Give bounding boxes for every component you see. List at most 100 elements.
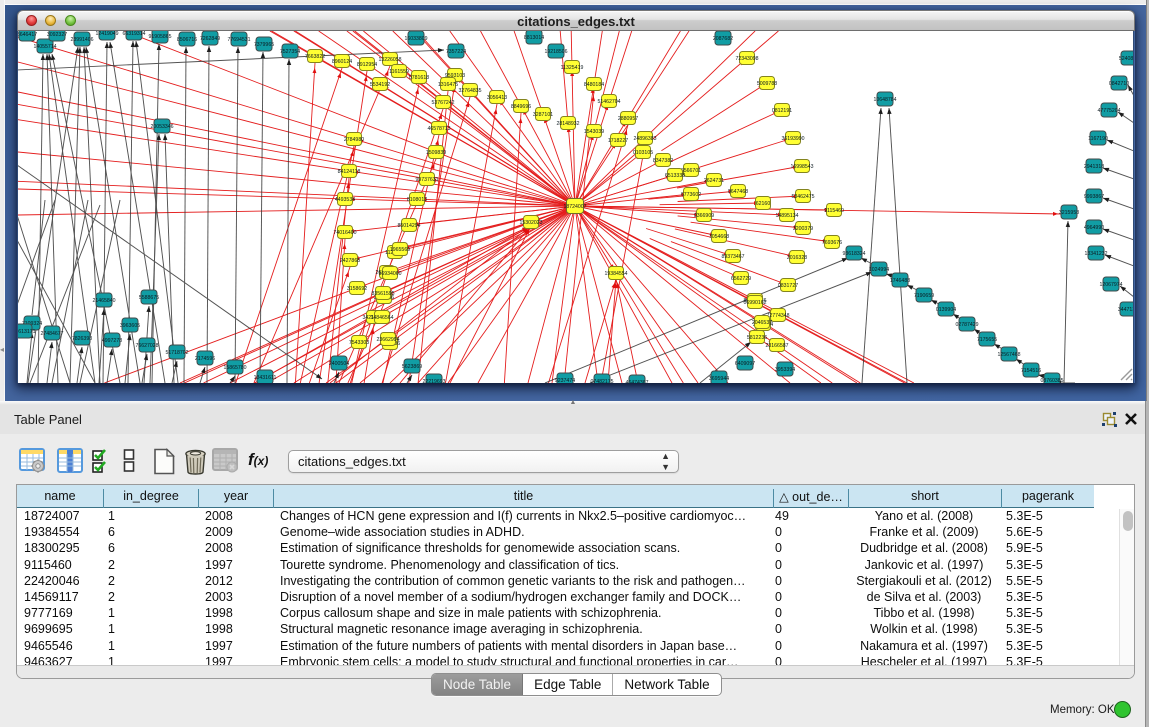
svg-text:28148932: 28148932 (556, 121, 579, 127)
svg-text:2941318: 2941318 (1084, 164, 1104, 170)
svg-text:7527354: 7527354 (280, 49, 300, 55)
svg-text:07482175: 07482175 (590, 379, 613, 383)
svg-text:76627028: 76627028 (135, 343, 158, 349)
svg-text:5646417: 5646417 (18, 32, 37, 38)
svg-text:12567468: 12567468 (997, 352, 1020, 358)
svg-text:10648784: 10648784 (873, 97, 896, 103)
svg-text:2400504: 2400504 (329, 361, 349, 367)
svg-text:8960124: 8960124 (332, 59, 352, 65)
svg-text:27484677: 27484677 (40, 331, 63, 337)
svg-text:83561595: 83561595 (371, 291, 394, 297)
svg-text:0139904: 0139904 (936, 307, 956, 313)
svg-text:3953394: 3953394 (775, 367, 795, 373)
svg-text:2046537: 2046537 (752, 320, 772, 326)
svg-text:7054668: 7054668 (709, 234, 729, 240)
svg-text:6562729: 6562729 (731, 276, 751, 282)
svg-text:1965569: 1965569 (390, 247, 410, 253)
svg-text:1167190: 1167190 (1088, 136, 1108, 142)
svg-text:51462704: 51462704 (597, 99, 620, 105)
svg-text:15302023: 15302023 (519, 220, 542, 226)
svg-text:20053346: 20053346 (150, 124, 173, 130)
svg-text:4997278: 4997278 (102, 338, 122, 344)
svg-text:2624731: 2624731 (704, 178, 724, 184)
svg-text:7190659: 7190659 (914, 293, 934, 299)
svg-text:16033809: 16033809 (404, 36, 427, 42)
svg-text:19384554: 19384554 (604, 271, 627, 277)
svg-text:3963605: 3963605 (120, 323, 140, 329)
svg-text:0812191: 0812191 (772, 108, 792, 114)
svg-text:4493534: 4493534 (335, 197, 355, 203)
svg-text:21465840: 21465840 (92, 298, 115, 304)
svg-text:1509839: 1509839 (426, 150, 446, 156)
svg-text:2427868: 2427868 (340, 258, 360, 264)
svg-text:14055714: 14055714 (33, 44, 56, 50)
svg-text:08760385: 08760385 (1040, 378, 1063, 383)
svg-text:8506716: 8506716 (177, 37, 197, 43)
svg-text:3695944: 3695944 (709, 376, 729, 382)
svg-text:74016400: 74016400 (333, 230, 356, 236)
svg-text:66319314: 66319314 (122, 31, 145, 37)
svg-text:46474367: 46474367 (625, 380, 648, 383)
svg-text:47775204: 47775204 (1097, 108, 1120, 114)
svg-text:85014294: 85014294 (397, 223, 420, 229)
svg-text:1543039: 1543039 (584, 129, 604, 135)
svg-text:89373467: 89373467 (721, 254, 744, 260)
svg-text:7826398: 7826398 (72, 336, 92, 342)
svg-text:1024994: 1024994 (869, 267, 889, 273)
svg-text:8347382: 8347382 (653, 158, 673, 164)
svg-text:23166587: 23166587 (765, 343, 788, 349)
svg-text:2784980: 2784980 (344, 137, 364, 143)
svg-text:8813014: 8813014 (524, 35, 544, 41)
svg-text:16934060: 16934060 (378, 271, 401, 277)
svg-text:13341232: 13341232 (1084, 251, 1107, 257)
svg-text:93618324: 93618324 (842, 251, 865, 257)
svg-text:7154516: 7154516 (1021, 368, 1041, 374)
svg-text:7693676: 7693676 (822, 240, 842, 246)
svg-text:2087682: 2087682 (713, 36, 733, 42)
svg-text:0366909: 0366909 (694, 213, 714, 219)
svg-text:46578713: 46578713 (427, 126, 450, 132)
svg-text:15865780: 15865780 (223, 365, 246, 371)
svg-text:5623869: 5623869 (402, 364, 422, 370)
svg-text:3447134: 3447134 (1118, 307, 1134, 313)
svg-text:53767242: 53767242 (431, 100, 454, 106)
svg-text:5812236: 5812236 (747, 335, 767, 341)
svg-text:9115460: 9115460 (824, 208, 844, 214)
svg-text:23991406: 23991406 (70, 37, 93, 43)
svg-text:11325419: 11325419 (561, 65, 584, 71)
svg-text:1718227: 1718227 (608, 138, 628, 144)
svg-text:36193990: 36193990 (781, 136, 804, 142)
svg-text:9237474: 9237474 (555, 378, 575, 383)
svg-text:5534192: 5534192 (370, 82, 390, 88)
svg-text:13431611: 13431611 (254, 375, 277, 381)
svg-text:8912954: 8912954 (357, 62, 377, 68)
svg-text:51718702: 51718702 (165, 350, 188, 356)
svg-text:2016328: 2016328 (787, 255, 807, 261)
svg-text:1316475: 1316475 (438, 82, 458, 88)
svg-text:02787429: 02787429 (955, 322, 978, 328)
svg-text:23662994: 23662994 (376, 337, 399, 343)
svg-text:0103105: 0103105 (633, 150, 653, 156)
svg-text:7175655: 7175655 (977, 337, 997, 343)
svg-text:7357224: 7357224 (446, 49, 466, 55)
svg-text:12419049: 12419049 (95, 31, 118, 37)
svg-text:99737631: 99737631 (415, 177, 438, 183)
svg-text:8108013: 8108013 (407, 197, 427, 203)
svg-text:3200379: 3200379 (793, 226, 813, 232)
svg-text:62160: 62160 (756, 201, 771, 207)
svg-text:91905865: 91905865 (148, 34, 171, 40)
svg-text:3092327: 3092327 (47, 32, 67, 38)
svg-text:0831727: 0831727 (778, 283, 798, 289)
svg-text:7379965: 7379965 (254, 42, 274, 48)
svg-text:1161559: 1161559 (389, 69, 409, 75)
svg-text:8480184: 8480184 (584, 82, 604, 88)
svg-text:0781618: 0781618 (409, 75, 429, 81)
svg-text:7663822: 7663822 (305, 54, 325, 60)
svg-text:2880957: 2880957 (618, 116, 638, 122)
svg-text:3158692: 3158692 (347, 286, 367, 292)
svg-text:06990162: 06990162 (743, 300, 766, 306)
svg-text:12067974: 12067974 (1099, 282, 1122, 288)
svg-text:08613171: 08613171 (18, 329, 36, 335)
svg-text:5588675: 5588675 (139, 295, 159, 301)
svg-text:9993867: 9993867 (1084, 194, 1104, 200)
